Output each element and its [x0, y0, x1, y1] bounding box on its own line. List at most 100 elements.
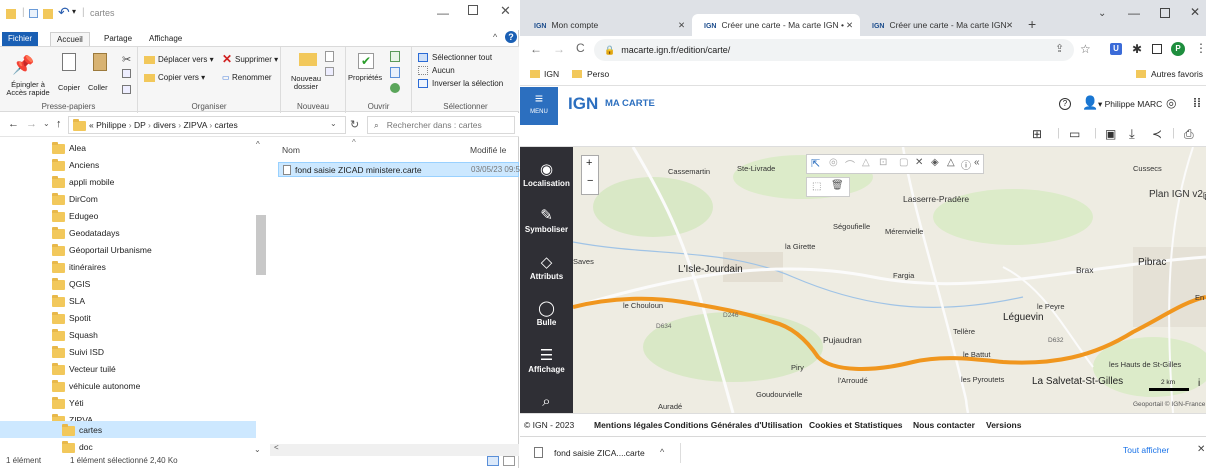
tree-item-alea[interactable]: Alea — [52, 140, 86, 156]
quick-access-dropdown-icon[interactable]: ▾ — [72, 7, 76, 16]
new-item-icon[interactable] — [325, 51, 334, 62]
zoom-in-button[interactable]: + — [586, 157, 592, 169]
open-folder-icon[interactable]: ▭ — [1069, 127, 1080, 141]
back-arrow-icon[interactable]: ← — [530, 42, 542, 56]
large-icons-view-icon[interactable] — [503, 456, 515, 466]
tree-item-sla[interactable]: SLA — [52, 293, 85, 309]
copy-to-button[interactable]: Copier vers ▾ — [158, 73, 205, 82]
scroll-down-icon[interactable]: ⌄ — [254, 445, 261, 454]
tab-search-icon[interactable]: ⌄ — [1098, 8, 1106, 19]
maximize-button[interactable] — [1160, 8, 1170, 18]
collapse-ribbon-icon[interactable]: ^ — [493, 32, 497, 42]
refresh-icon[interactable]: ↻ — [350, 118, 359, 131]
recent-locations-icon[interactable]: ⌄ — [43, 119, 50, 128]
url-bar[interactable]: 🔒 macarte.ign.fr/edition/carte/ — [594, 39, 1074, 61]
select-none-button[interactable]: Aucun — [432, 66, 455, 75]
box-select-icon[interactable]: ⬚ — [812, 181, 821, 192]
file-row[interactable]: fond saisie ZICAD ministere.carte 03/05/… — [278, 162, 524, 177]
new-tab-button[interactable]: + — [1028, 16, 1036, 32]
forward-arrow-icon[interactable]: → — [26, 118, 37, 130]
share-icon[interactable]: ⇪ — [1055, 42, 1064, 55]
tree-item-vehicule-autonome[interactable]: véhicule autonome — [52, 378, 140, 394]
browser-tab-creer-carte-active[interactable]: IGN Créer une carte - Ma carte IGN • ✕ — [692, 14, 860, 36]
help-icon[interactable]: ? — [1059, 98, 1071, 110]
scroll-left-icon[interactable]: < — [274, 443, 279, 452]
rename-button[interactable]: Renommer — [232, 73, 272, 82]
close-button[interactable]: ✕ — [1190, 5, 1200, 19]
sidebar-item-localisation[interactable]: ◉ Localisation — [520, 161, 573, 188]
address-breadcrumb[interactable]: « Philippe › DP › divers › ZIPVA › carte… — [68, 116, 346, 134]
tree-item-dircom[interactable]: DirCom — [52, 191, 98, 207]
close-tab-icon[interactable]: ✕ — [1006, 14, 1013, 36]
tree-item-yeti[interactable]: Yéti — [52, 395, 84, 411]
user-icon[interactable]: 👤 — [1082, 95, 1098, 111]
help-icon[interactable]: ? — [505, 31, 517, 43]
line-tool-icon[interactable]: ⌒ — [845, 157, 855, 172]
up-arrow-icon[interactable]: ↑ — [56, 118, 62, 130]
sidebar-item-affichage[interactable]: ☰ Affichage — [520, 347, 573, 374]
tab-partage[interactable]: Partage — [98, 32, 138, 46]
back-arrow-icon[interactable]: ← — [8, 118, 19, 130]
minimize-button[interactable]: — — [437, 6, 449, 20]
tree-item-squash[interactable]: Squash — [52, 327, 98, 343]
history-icon[interactable] — [390, 83, 400, 93]
download-icon[interactable]: ⤓ — [1129, 126, 1135, 142]
sidebar-item-attributs[interactable]: ◇ Attributs — [520, 254, 573, 281]
undo-icon[interactable]: ↶ — [58, 4, 70, 21]
sidebar-item-search[interactable]: ⌕ — [520, 393, 573, 411]
new-folder-button[interactable]: Nouveau dossier — [287, 75, 325, 91]
close-button[interactable]: ✕ — [500, 3, 511, 19]
browser-tab-creer-carte[interactable]: IGN Créer une carte - Ma carte IGN ✕ — [860, 14, 1022, 36]
tab-accueil[interactable]: Accueil — [50, 32, 90, 46]
extension-icon[interactable]: U — [1110, 43, 1122, 55]
reload-icon[interactable]: C — [576, 41, 585, 55]
info-icon[interactable]: i — [1198, 378, 1200, 389]
tree-item-anciens[interactable]: Anciens — [52, 157, 99, 173]
tree-item-spotit[interactable]: Spotit — [52, 310, 91, 326]
properties-button[interactable]: Propriétés — [348, 73, 382, 82]
details-view-icon[interactable] — [487, 456, 499, 466]
copy-button[interactable]: Copier — [58, 83, 80, 92]
transform-tool-icon[interactable]: ✕ — [915, 157, 923, 168]
bookmark-ign[interactable]: IGN — [544, 69, 559, 79]
sidebar-item-bulle[interactable]: ◯ Bulle — [520, 300, 573, 327]
move-to-button[interactable]: Déplacer vers ▾ — [158, 55, 214, 64]
tree-item-cartes[interactable]: cartes — [62, 422, 102, 438]
select-all-button[interactable]: Sélectionner tout — [432, 53, 492, 62]
zoom-out-button[interactable]: − — [587, 175, 593, 187]
breadcrumb-item[interactable]: divers — [153, 120, 176, 130]
text-tool-icon[interactable]: ⊡ — [879, 157, 887, 168]
footer-link-versions[interactable]: Versions — [986, 414, 1021, 436]
close-tab-icon[interactable]: ✕ — [678, 14, 685, 36]
tree-scrollbar[interactable] — [256, 215, 266, 275]
properties-quick-icon[interactable] — [29, 9, 38, 18]
close-download-bar-icon[interactable]: ✕ — [1197, 444, 1205, 455]
other-bookmarks[interactable]: Autres favoris — [1151, 69, 1203, 79]
breadcrumb-item[interactable]: ZIPVA — [183, 120, 206, 130]
paste-shortcut-icon[interactable] — [122, 85, 131, 94]
breadcrumb-item[interactable]: cartes — [215, 120, 238, 130]
tree-item-doc[interactable]: doc — [62, 439, 93, 455]
footer-link-cgu[interactable]: Conditions Générales d'Utilisation — [664, 414, 803, 436]
kebab-menu-icon[interactable]: ⋮ — [1195, 41, 1206, 55]
scroll-up-icon[interactable]: ^ — [256, 140, 260, 149]
tree-item-suivi-isd[interactable]: Suivi ISD — [52, 344, 104, 360]
pin-quick-access-button[interactable]: Épingler à Accès rapide — [2, 81, 54, 97]
visibility-icon[interactable]: ◎ — [1166, 96, 1176, 110]
footer-link-cookies[interactable]: Cookies et Statistiques — [809, 414, 903, 436]
tab-affichage[interactable]: Affichage — [143, 32, 188, 46]
footer-link-mentions[interactable]: Mentions légales — [594, 414, 663, 436]
side-panel-icon[interactable] — [1152, 44, 1162, 54]
menu-button[interactable]: ≡ MENU — [520, 87, 558, 125]
collapse-toolbar-icon[interactable]: « — [974, 157, 980, 168]
tree-item-qgis[interactable]: QGIS — [52, 276, 90, 292]
tree-item-edugeo[interactable]: Edugeo — [52, 208, 98, 224]
polygon-tool-icon[interactable]: △ — [862, 157, 870, 168]
copy-path-icon[interactable] — [122, 69, 131, 78]
breadcrumb-item[interactable]: DP — [134, 120, 146, 130]
download-options-icon[interactable]: ^ — [660, 447, 664, 457]
search-field[interactable]: ⌕ Rechercher dans : cartes — [367, 116, 515, 134]
save-icon[interactable]: ▣ — [1105, 127, 1116, 141]
easy-access-icon[interactable] — [325, 67, 334, 76]
breadcrumb-overflow[interactable]: « — [89, 120, 94, 130]
